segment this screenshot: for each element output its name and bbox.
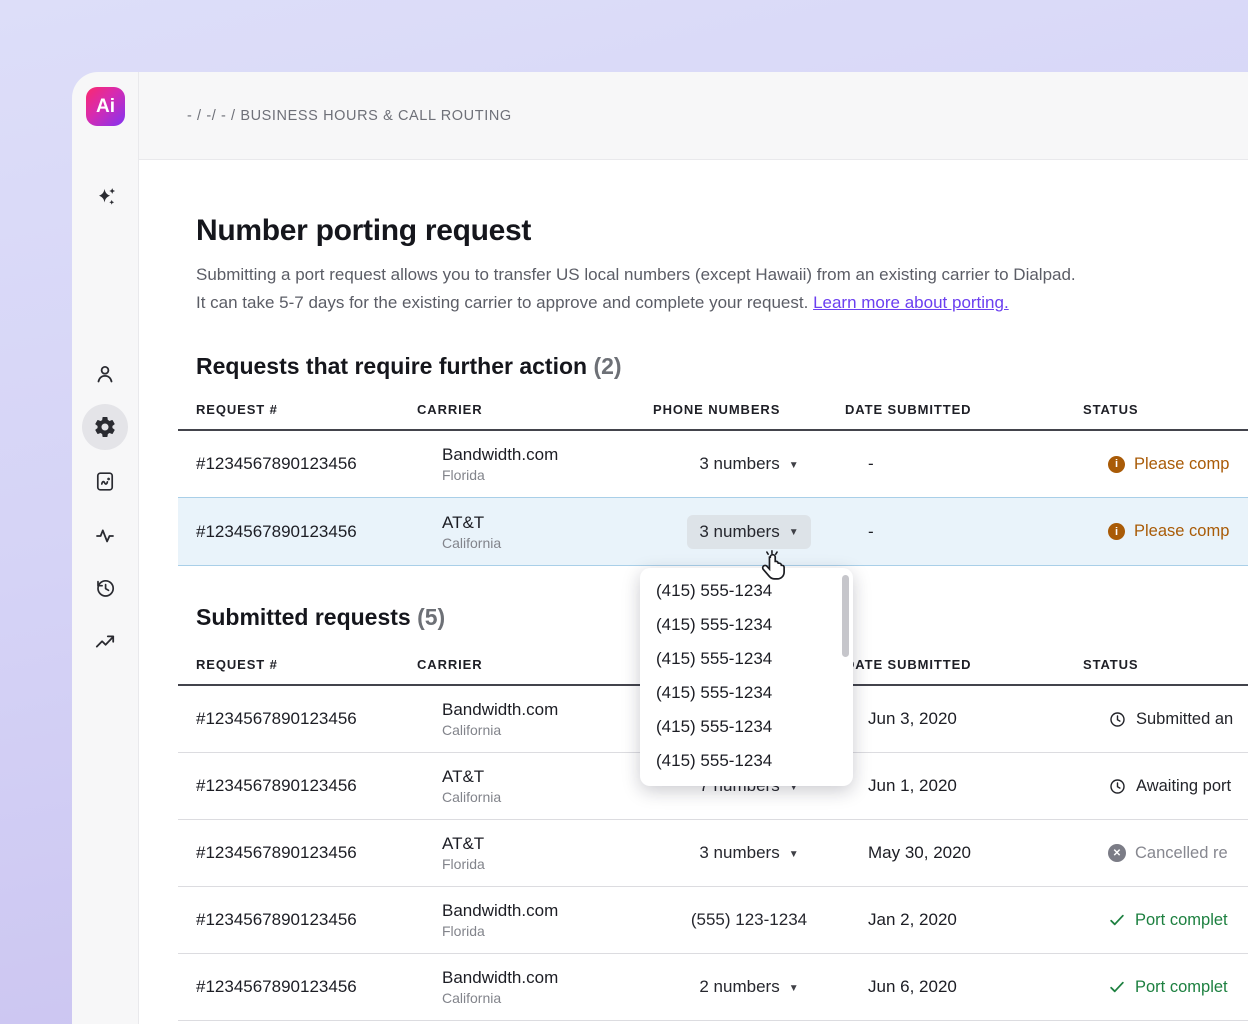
carrier-name: AT&T	[442, 767, 653, 787]
phone-numbers-dropdown[interactable]: 3 numbers▼	[687, 836, 810, 870]
status-badge: iPlease comp	[1083, 455, 1248, 474]
request-number: #1234567890123456	[178, 910, 417, 930]
col-date: DATE SUBMITTED	[845, 402, 1083, 417]
date-submitted: -	[845, 522, 1083, 542]
phone-numbers-menu: (415) 555-1234 (415) 555-1234 (415) 555-…	[640, 568, 853, 786]
breadcrumb: - / -/ - / BUSINESS HOURS & CALL ROUTING	[187, 108, 512, 124]
cancel-icon: ✕	[1108, 844, 1126, 862]
status-badge: Submitted an	[1083, 710, 1248, 729]
request-number: #1234567890123456	[178, 977, 417, 997]
clock-icon	[1108, 710, 1127, 729]
status-badge: Port complet	[1083, 911, 1248, 930]
col-status: STATUS	[1083, 657, 1248, 672]
learn-more-link[interactable]: Learn more about porting.	[813, 293, 1009, 312]
date-submitted: -	[845, 454, 1083, 474]
carrier-state: Florida	[442, 923, 653, 939]
settings-gear-icon[interactable]	[82, 404, 128, 450]
sidebar: Ai	[72, 72, 139, 1024]
carrier-state: California	[442, 722, 653, 738]
col-status: STATUS	[1083, 402, 1248, 417]
request-number: #1234567890123456	[178, 522, 417, 542]
date-submitted: Jun 3, 2020	[845, 709, 1083, 729]
carrier-name: Bandwidth.com	[442, 700, 653, 720]
col-request: REQUEST #	[178, 402, 417, 417]
col-phone: PHONE NUMBERS	[653, 402, 845, 417]
carrier-state: California	[442, 990, 653, 1006]
phone-numbers-dropdown-open[interactable]: 3 numbers▼	[687, 515, 810, 549]
submitted-section-count: (5)	[417, 604, 445, 630]
carrier-name: AT&T	[442, 513, 653, 533]
status-badge: ✕Cancelled re	[1083, 844, 1248, 863]
date-submitted: Jan 2, 2020	[845, 910, 1083, 930]
page-description: Submitting a port request allows you to …	[196, 261, 1236, 317]
carrier-name: AT&T	[442, 834, 653, 854]
request-number: #1234567890123456	[178, 843, 417, 863]
profile-icon[interactable]	[82, 351, 128, 397]
chevron-down-icon: ▼	[789, 983, 799, 994]
col-request: REQUEST #	[178, 657, 417, 672]
phone-number: (555) 123-1234	[653, 910, 845, 930]
info-icon: i	[1108, 456, 1125, 473]
menu-item-phone[interactable]: (415) 555-1234	[640, 574, 853, 608]
carrier-name: Bandwidth.com	[442, 445, 653, 465]
analytics-trending-icon[interactable]	[82, 619, 128, 665]
ai-sparkles-icon[interactable]	[82, 174, 128, 220]
action-requests-table: REQUEST # CARRIER PHONE NUMBERS DATE SUB…	[178, 402, 1248, 566]
carrier-name: Bandwidth.com	[442, 968, 653, 988]
main-content: Number porting request Submitting a port…	[139, 160, 1248, 1024]
date-submitted: May 30, 2020	[845, 843, 1083, 863]
action-section-count: (2)	[593, 353, 621, 379]
history-icon[interactable]	[82, 565, 128, 611]
table-row[interactable]: #1234567890123456 AT&T Florida 3 numbers…	[178, 820, 1248, 887]
chevron-down-icon: ▼	[789, 849, 799, 860]
date-submitted: Jun 6, 2020	[845, 977, 1083, 997]
menu-item-phone[interactable]: (415) 555-1234	[640, 744, 853, 778]
table-row[interactable]: #1234567890123456 Bandwidth.com Florida …	[178, 887, 1248, 954]
ai-notes-icon[interactable]	[82, 458, 128, 504]
page-title: Number porting request	[196, 214, 1236, 248]
phone-numbers-dropdown[interactable]: 3 numbers▼	[687, 447, 810, 481]
table-header-row: REQUEST # CARRIER PHONE NUMBERS DATE SUB…	[178, 402, 1248, 431]
clock-icon	[1108, 777, 1127, 796]
table-row-selected[interactable]: #1234567890123456 AT&T California 3 numb…	[178, 497, 1248, 566]
top-bar: - / -/ - / BUSINESS HOURS & CALL ROUTING	[139, 72, 1248, 160]
col-date: DATE SUBMITTED	[845, 657, 1083, 672]
menu-item-phone[interactable]: (415) 555-1234	[640, 676, 853, 710]
description-line2: It can take 5-7 days for the existing ca…	[196, 293, 808, 312]
chevron-down-icon: ▼	[789, 460, 799, 471]
activity-pulse-icon[interactable]	[82, 512, 128, 558]
phone-numbers-dropdown[interactable]: 2 numbers▼	[687, 970, 810, 1004]
chevron-down-icon: ▼	[789, 527, 799, 538]
menu-item-phone[interactable]: (415) 555-1234	[640, 710, 853, 744]
status-badge: iPlease comp	[1083, 522, 1248, 541]
scrollbar-thumb[interactable]	[842, 575, 849, 657]
check-icon	[1108, 911, 1126, 929]
status-badge: Awaiting port	[1083, 777, 1248, 796]
app-window: Ai	[72, 72, 1248, 1024]
table-row[interactable]: #1234567890123456 Bandwidth.com Florida …	[178, 431, 1248, 498]
carrier-name: Bandwidth.com	[442, 901, 653, 921]
request-number: #1234567890123456	[178, 709, 417, 729]
table-row[interactable]: #1234567890123456 Bandwidth.com Californ…	[178, 954, 1248, 1021]
description-line1: Submitting a port request allows you to …	[196, 265, 1076, 284]
carrier-state: Florida	[442, 467, 653, 483]
carrier-state: Florida	[442, 856, 653, 872]
dialpad-ai-logo[interactable]: Ai	[86, 87, 125, 126]
action-section-title: Requests that require further action (2)	[196, 353, 1248, 380]
date-submitted: Jun 1, 2020	[845, 776, 1083, 796]
menu-item-phone[interactable]: (415) 555-1234	[640, 642, 853, 676]
check-icon	[1108, 978, 1126, 996]
menu-item-phone[interactable]: (415) 555-1234	[640, 608, 853, 642]
request-number: #1234567890123456	[178, 776, 417, 796]
request-number: #1234567890123456	[178, 454, 417, 474]
info-icon: i	[1108, 523, 1125, 540]
status-badge: Port complet	[1083, 978, 1248, 997]
carrier-state: California	[442, 535, 653, 551]
mouse-cursor-hand-icon	[757, 550, 789, 589]
col-carrier: CARRIER	[417, 657, 653, 672]
col-carrier: CARRIER	[417, 402, 653, 417]
carrier-state: California	[442, 789, 653, 805]
